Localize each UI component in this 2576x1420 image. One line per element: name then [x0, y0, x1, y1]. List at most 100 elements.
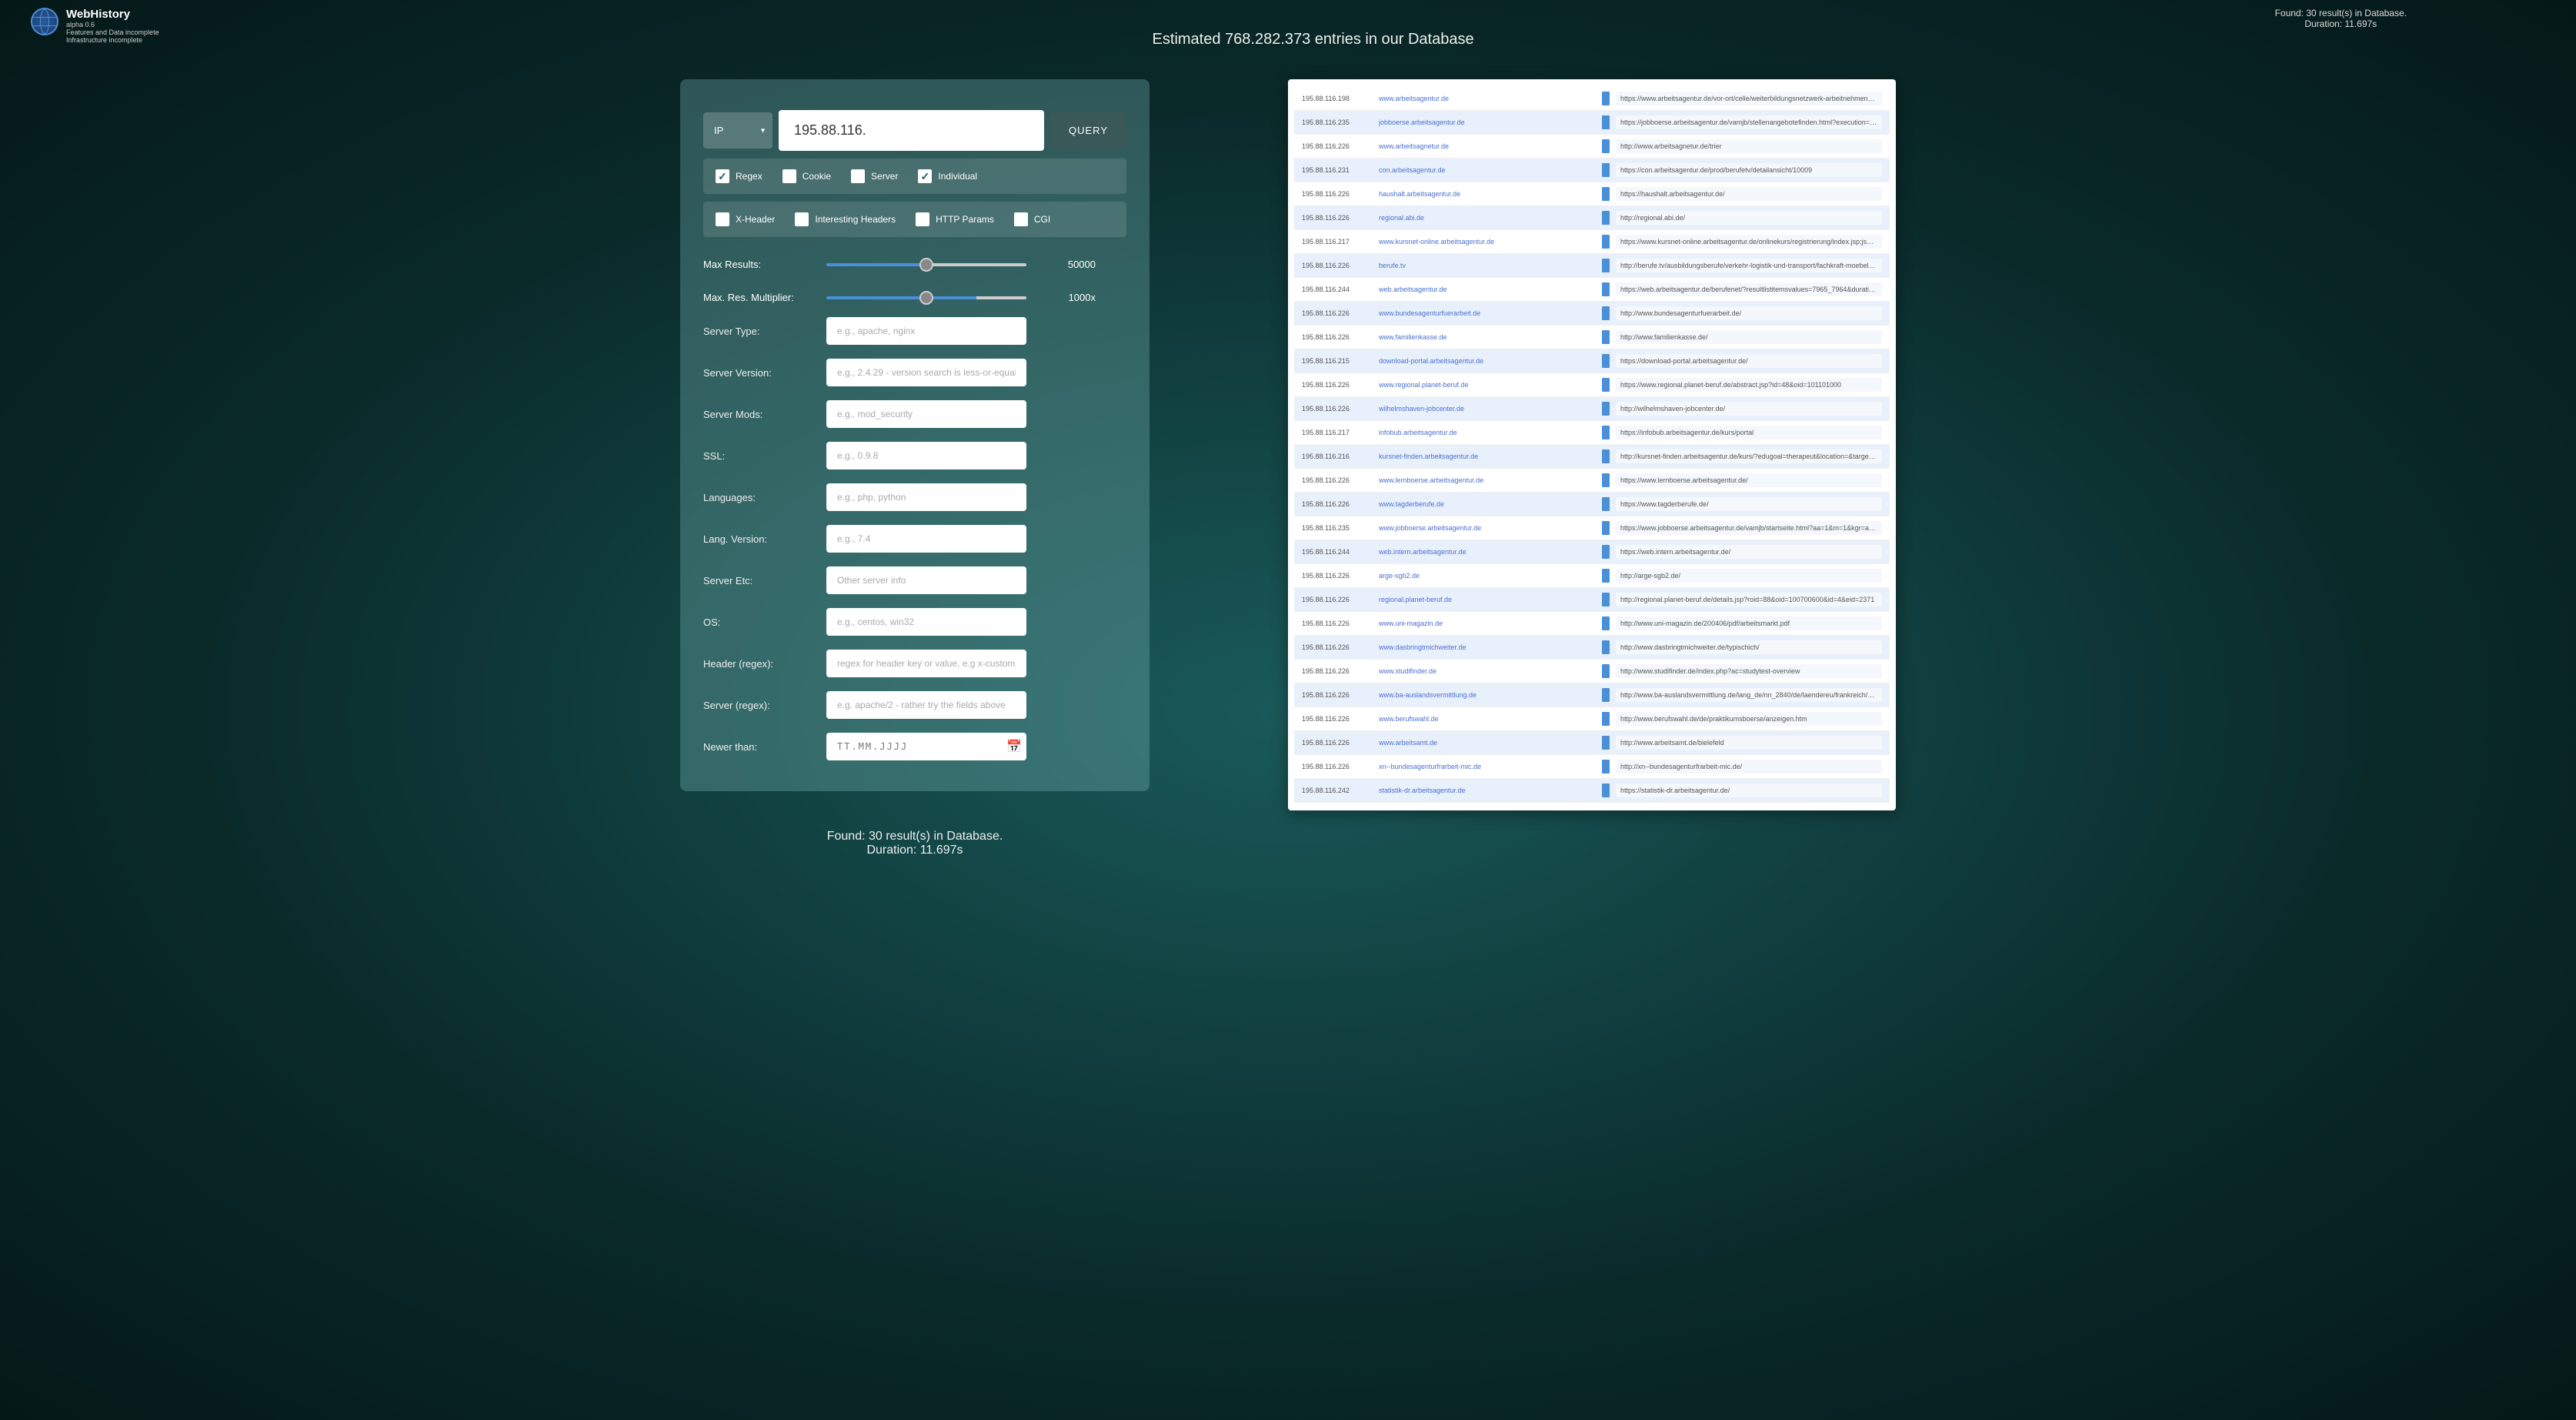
field-input-5[interactable] [826, 525, 1026, 553]
result-url[interactable]: https://infobub.arbeitsagentur.de/kurs/p… [1616, 426, 1882, 439]
result-url[interactable]: https://www.kursnet-online.arbeitsagentu… [1616, 235, 1882, 249]
result-domain-link[interactable]: wilhelmshaven-jobcenter.de [1379, 405, 1602, 413]
url-badge-icon[interactable] [1602, 593, 1610, 606]
result-domain-link[interactable]: www.arbeitsagentur.de [1379, 95, 1602, 102]
result-url[interactable]: http://www.berufswahl.de/de/praktikumsbo… [1616, 712, 1882, 726]
url-badge-icon[interactable] [1602, 712, 1610, 726]
result-domain-link[interactable]: kursnet-finden.arbeitsagentur.de [1379, 453, 1602, 460]
result-domain-link[interactable]: berufe.tv [1379, 262, 1602, 269]
result-url[interactable]: http://www.dasbringtmichweiter.de/typisc… [1616, 640, 1882, 654]
url-badge-icon[interactable] [1602, 760, 1610, 773]
field-input-7[interactable] [826, 608, 1026, 636]
result-url[interactable]: http://berufe.tv/ausbildungsberufe/verke… [1616, 259, 1882, 272]
result-url[interactable]: http://xn--bundesagenturfrarbeit-mic.de/ [1616, 760, 1882, 773]
result-url[interactable]: http://www.ba-auslandsvermittlung.de/lan… [1616, 688, 1882, 702]
result-domain-link[interactable]: www.berufswahl.de [1379, 715, 1602, 723]
result-url[interactable]: http://wilhelmshaven-jobcenter.de/ [1616, 402, 1882, 416]
url-badge-icon[interactable] [1602, 736, 1610, 750]
result-domain-link[interactable]: www.uni-magazin.de [1379, 620, 1602, 627]
result-domain-link[interactable]: www.jobboerse.arbeitsagentur.de [1379, 524, 1602, 532]
url-badge-icon[interactable] [1602, 664, 1610, 678]
filter-http-params[interactable]: HTTP Params [916, 212, 994, 226]
result-url[interactable]: http://www.studifinder.de/index.php?ac=s… [1616, 664, 1882, 678]
result-url[interactable]: https://con.arbeitsagentur.de/prod/beruf… [1616, 163, 1882, 177]
url-badge-icon[interactable] [1602, 449, 1610, 463]
result-url[interactable]: https://www.arbeitsagentur.de/vor-ort/ce… [1616, 92, 1882, 105]
date-input[interactable] [826, 733, 1026, 760]
field-input-4[interactable] [826, 483, 1026, 511]
result-domain-link[interactable]: regional.planet-beruf.de [1379, 596, 1602, 603]
result-url[interactable]: https://www.lernboerse.arbeitsagentur.de… [1616, 473, 1882, 487]
result-url[interactable]: http://regional.abi.de/ [1616, 211, 1882, 225]
field-input-0[interactable] [826, 317, 1026, 345]
url-badge-icon[interactable] [1602, 616, 1610, 630]
result-url[interactable]: https://www.tagderberufe.de/ [1616, 497, 1882, 511]
filter-individual[interactable]: Individual [918, 169, 977, 183]
result-url[interactable]: https://www.jobboerse.arbeitsagentur.de/… [1616, 521, 1882, 535]
result-domain-link[interactable]: www.arbeitsamt.de [1379, 739, 1602, 747]
result-url[interactable]: http://arge-sgb2.de/ [1616, 569, 1882, 583]
filter-regex[interactable]: Regex [716, 169, 762, 183]
result-url[interactable]: https://statistik-dr.arbeitsagentur.de/ [1616, 784, 1882, 797]
url-badge-icon[interactable] [1602, 330, 1610, 344]
result-domain-link[interactable]: www.studifinder.de [1379, 667, 1602, 675]
field-input-2[interactable] [826, 400, 1026, 428]
result-domain-link[interactable]: regional.abi.de [1379, 214, 1602, 222]
field-input-3[interactable] [826, 442, 1026, 469]
result-domain-link[interactable]: statistik-dr.arbeitsagentur.de [1379, 787, 1602, 794]
url-badge-icon[interactable] [1602, 545, 1610, 559]
filter-x-header[interactable]: X-Header [716, 212, 775, 226]
result-domain-link[interactable]: xn--bundesagenturfrarbeit-mic.de [1379, 763, 1602, 770]
result-domain-link[interactable]: jobboerse.arbeitsagentur.de [1379, 119, 1602, 126]
url-badge-icon[interactable] [1602, 640, 1610, 654]
result-domain-link[interactable]: www.lernboerse.arbeitsagentur.de [1379, 476, 1602, 484]
result-url[interactable]: https://www.regional.planet-beruf.de/abs… [1616, 378, 1882, 392]
result-url[interactable]: https://web.intern.arbeitsagentur.de/ [1616, 545, 1882, 559]
result-domain-link[interactable]: con.arbeitsagentur.de [1379, 166, 1602, 174]
url-badge-icon[interactable] [1602, 378, 1610, 392]
field-input-8[interactable] [826, 650, 1026, 677]
result-url[interactable]: https://haushalt.arbeitsagentur.de/ [1616, 187, 1882, 201]
result-domain-link[interactable]: arge-sgb2.de [1379, 572, 1602, 580]
url-badge-icon[interactable] [1602, 354, 1610, 368]
max-results-slider[interactable] [826, 263, 1026, 266]
url-badge-icon[interactable] [1602, 569, 1610, 583]
filter-interesting-headers[interactable]: Interesting Headers [795, 212, 896, 226]
url-badge-icon[interactable] [1602, 521, 1610, 535]
result-domain-link[interactable]: www.regional.planet-beruf.de [1379, 381, 1602, 389]
result-url[interactable]: http://www.bundesagenturfuerarbeit.de/ [1616, 306, 1882, 320]
result-url[interactable]: http://regional.planet-beruf.de/details.… [1616, 593, 1882, 606]
result-domain-link[interactable]: www.tagderberufe.de [1379, 500, 1602, 508]
result-domain-link[interactable]: infobub.arbeitsagentur.de [1379, 429, 1602, 436]
result-domain-link[interactable]: haushalt.arbeitsagentur.de [1379, 190, 1602, 198]
result-url[interactable]: http://www.arbeitsamt.de/bielefeld [1616, 736, 1882, 750]
url-badge-icon[interactable] [1602, 115, 1610, 129]
result-url[interactable]: https://download-portal.arbeitsagentur.d… [1616, 354, 1882, 368]
result-domain-link[interactable]: www.dasbringtmichweiter.de [1379, 643, 1602, 651]
url-badge-icon[interactable] [1602, 497, 1610, 511]
result-domain-link[interactable]: download-portal.arbeitsagentur.de [1379, 357, 1602, 365]
url-badge-icon[interactable] [1602, 282, 1610, 296]
url-badge-icon[interactable] [1602, 211, 1610, 225]
url-badge-icon[interactable] [1602, 306, 1610, 320]
url-badge-icon[interactable] [1602, 163, 1610, 177]
url-badge-icon[interactable] [1602, 235, 1610, 249]
result-url[interactable]: http://www.uni-magazin.de/200406/pdf/arb… [1616, 616, 1882, 630]
query-input[interactable] [779, 110, 1044, 151]
url-badge-icon[interactable] [1602, 688, 1610, 702]
query-button[interactable]: QUERY [1050, 112, 1126, 149]
url-badge-icon[interactable] [1602, 139, 1610, 153]
url-badge-icon[interactable] [1602, 187, 1610, 201]
url-badge-icon[interactable] [1602, 784, 1610, 797]
url-badge-icon[interactable] [1602, 402, 1610, 416]
filter-server[interactable]: Server [851, 169, 898, 183]
result-url[interactable]: https://jobboerse.arbeitsagentur.de/vamj… [1616, 115, 1882, 129]
result-url[interactable]: http://kursnet-finden.arbeitsagentur.de/… [1616, 449, 1882, 463]
filter-cgi[interactable]: CGI [1014, 212, 1050, 226]
filter-cookie[interactable]: Cookie [782, 169, 831, 183]
result-url[interactable]: http://www.familienkasse.de/ [1616, 330, 1882, 344]
result-domain-link[interactable]: www.arbeitsagnetur.de [1379, 142, 1602, 150]
url-badge-icon[interactable] [1602, 92, 1610, 105]
multiplier-slider[interactable] [826, 296, 1026, 299]
url-badge-icon[interactable] [1602, 259, 1610, 272]
